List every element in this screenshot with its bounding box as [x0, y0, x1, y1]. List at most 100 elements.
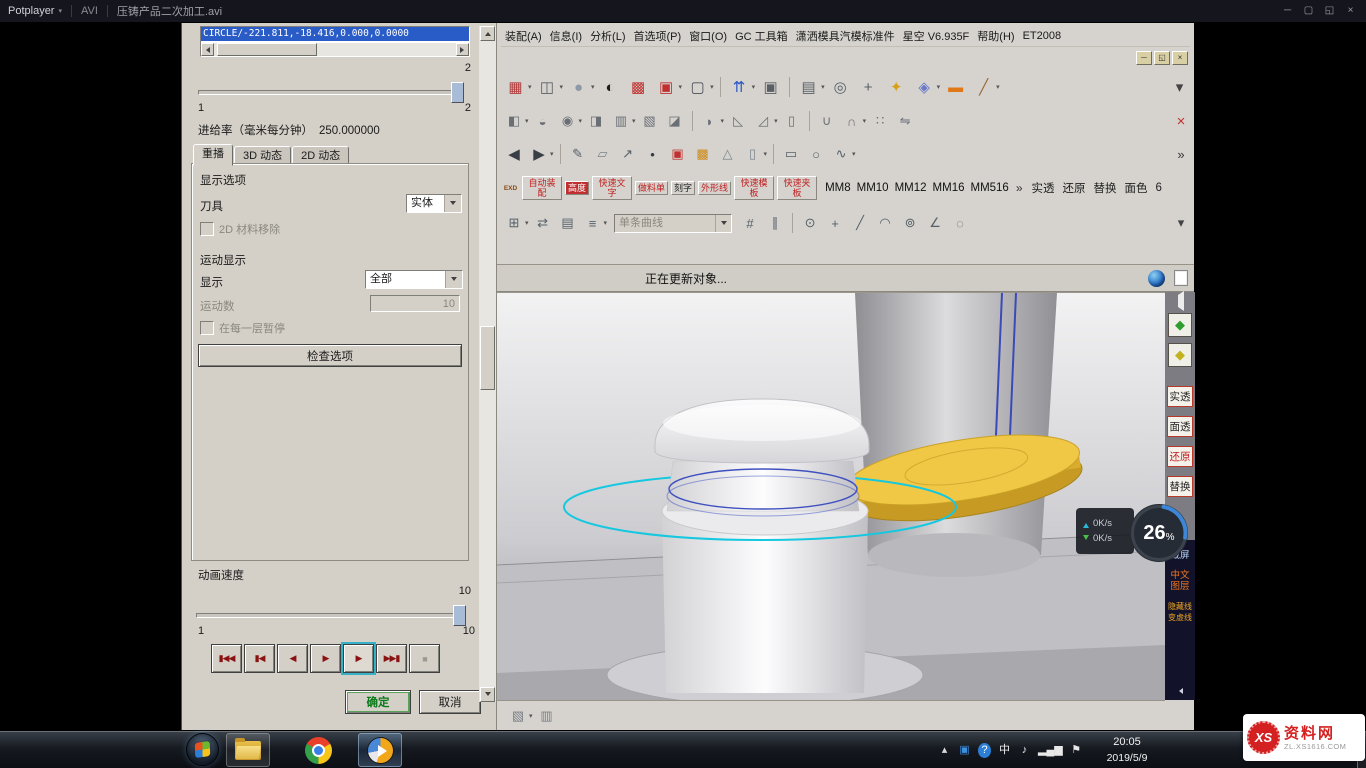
snap-point-icon[interactable]: ⊙ [799, 212, 821, 234]
list-view-icon[interactable]: ▤ [557, 212, 579, 234]
hidden-icons-arrow-icon[interactable]: ▴ [938, 743, 951, 758]
slider-thumb[interactable] [451, 82, 464, 103]
quick-text-button[interactable]: 快速文字 [592, 176, 632, 200]
scrollbar-track[interactable] [214, 43, 456, 56]
slash-icon[interactable]: ╱ [971, 75, 996, 100]
chamfer-icon[interactable]: ◺ [727, 110, 749, 132]
display-mode-button[interactable]: 替换 [1092, 180, 1119, 196]
checkbox-box[interactable] [200, 222, 214, 236]
dropdown-arrow-icon[interactable]: ▾ [774, 117, 778, 125]
stop-button[interactable]: ■ [409, 644, 440, 673]
scrollbar-thumb[interactable] [217, 43, 317, 56]
pause-each-layer-checkbox[interactable]: 在每一层暂停 [200, 320, 285, 336]
slider-track[interactable] [198, 90, 464, 95]
side-replace-button[interactable]: 替换 [1167, 476, 1193, 497]
point-icon[interactable]: • [642, 143, 664, 165]
menu-item[interactable]: 星空 V6.935F [899, 26, 974, 46]
network-icon[interactable]: ▂▄▆ [1038, 743, 1063, 758]
fullscreen-button[interactable]: ◱ [1320, 1, 1339, 21]
dropdown-arrow-icon[interactable]: ▾ [752, 83, 756, 91]
scrollbar-thumb[interactable] [480, 326, 495, 390]
dropdown-arrow-icon[interactable]: ▾ [937, 83, 941, 91]
shell-icon[interactable]: ▯ [781, 110, 803, 132]
shaded-view-icon[interactable]: ◐ [598, 75, 623, 100]
ime-indicator-icon[interactable]: 中 [998, 743, 1011, 758]
sheet-list-icon[interactable]: ▤ [796, 75, 821, 100]
snap-center-icon[interactable]: ⊚ [899, 212, 921, 234]
dropdown-arrow-icon[interactable]: ▾ [529, 712, 533, 720]
check-options-button[interactable]: 检查选项 [198, 344, 462, 367]
cylinder-icon[interactable]: ▯ [742, 143, 764, 165]
curve-type-select[interactable]: 单条曲线 [614, 214, 732, 233]
green-diamond-button[interactable]: ◆ [1168, 313, 1192, 337]
revolve-icon[interactable]: ◒ [532, 110, 554, 132]
hash-icon[interactable]: # [739, 212, 761, 234]
dropdown-arrow-icon[interactable]: ▾ [721, 117, 725, 125]
gcode-selected-line[interactable]: CIRCLE/-221.811,-18.416,0.000,0.0000 [201, 27, 469, 41]
sphere-icon[interactable]: ● [566, 75, 591, 100]
back-arrow-icon[interactable]: ◀ [503, 143, 525, 165]
menu-item[interactable]: 首选项(P) [630, 26, 686, 46]
pad-icon[interactable]: ▧ [639, 110, 661, 132]
side-shitou-button[interactable]: 实透 [1167, 386, 1193, 407]
grid-array-icon[interactable]: ▦ [503, 75, 528, 100]
action-center-flag-icon[interactable]: ⚑ [1070, 743, 1083, 758]
auto-assembly-button[interactable]: 自动装配 [522, 176, 562, 200]
viewport-3d[interactable] [497, 292, 1165, 700]
exd-icon[interactable]: EXD [503, 185, 518, 192]
dropdown-arrow-icon[interactable]: ▾ [852, 150, 856, 158]
menu-item[interactable]: 装配(A) [501, 26, 546, 46]
tab-replay[interactable]: 重播 [193, 144, 233, 166]
taskbar-explorer-button[interactable] [226, 733, 270, 767]
play-backward-button[interactable]: ◀ [277, 644, 308, 673]
menu-item[interactable]: 帮助(H) [973, 26, 1018, 46]
forward-arrow-icon[interactable]: ▶ [528, 143, 550, 165]
yellow-diamond-button[interactable]: ◆ [1168, 343, 1192, 367]
dropdown-button[interactable] [715, 215, 731, 232]
blend-icon[interactable]: ◗ [699, 110, 721, 132]
tray-help-icon[interactable]: ? [978, 743, 991, 758]
dropdown-arrow-icon[interactable]: ▾ [632, 117, 636, 125]
tray-app-icon[interactable]: ▣ [958, 743, 971, 758]
display-mode-button[interactable]: 还原 [1061, 180, 1088, 196]
menu-item[interactable]: 潇洒模具汽模标准件 [792, 26, 899, 46]
menu-item[interactable]: 信息(I) [546, 26, 586, 46]
ruler-icon[interactable]: ▬ [943, 75, 968, 100]
taskbar-chrome-button[interactable] [296, 733, 340, 767]
hole-icon[interactable]: ◉ [557, 110, 579, 132]
checkbox-box[interactable] [200, 321, 214, 335]
mm-size-button[interactable]: MM516 [970, 182, 1008, 194]
engrave-button[interactable]: 刻字 [671, 181, 695, 195]
scroll-down-button[interactable] [480, 687, 495, 702]
mm-size-button[interactable]: MM16 [933, 182, 965, 194]
cube-display-icon[interactable]: ▧ [507, 705, 529, 727]
cancel-button[interactable]: 取消 [419, 690, 481, 714]
box-wireframe-icon[interactable]: ▢ [685, 75, 710, 100]
overflow-chevron-icon[interactable]: » [1013, 181, 1026, 195]
view-style-icon[interactable]: ▥ [536, 705, 558, 727]
slider-track[interactable] [196, 613, 466, 618]
snap-arc-icon[interactable]: ◠ [874, 212, 896, 234]
row-options-icon[interactable]: ▾ [1170, 212, 1192, 234]
tool-select[interactable]: 实体 [406, 194, 462, 213]
menu-item[interactable]: ET2008 [1019, 28, 1066, 44]
dropdown-arrow-icon[interactable]: ▾ [821, 83, 825, 91]
plane-icon[interactable]: ▱ [592, 143, 614, 165]
extrude-icon[interactable]: ◧ [503, 110, 525, 132]
plugin-button[interactable]: 中文图层 [1167, 570, 1193, 592]
key-icon[interactable]: ✦ [884, 75, 909, 100]
snap-line-icon[interactable]: ╱ [849, 212, 871, 234]
mm-size-button[interactable]: MM10 [857, 182, 889, 194]
quick-clamp-button[interactable]: 快速夹板 [777, 176, 817, 200]
target-icon[interactable]: ◎ [828, 75, 853, 100]
scroll-right-button[interactable] [456, 43, 469, 56]
collapse-arrow-icon[interactable] [1176, 688, 1183, 694]
dropdown-arrow-icon[interactable]: ▾ [679, 83, 683, 91]
side-miantou-button[interactable]: 面透 [1167, 416, 1193, 437]
filter-icon[interactable]: ≡ [582, 212, 604, 234]
pattern-icon[interactable]: ∷ [869, 110, 891, 132]
display-mode-button[interactable]: 实透 [1030, 180, 1057, 196]
display-select[interactable]: 全部 [365, 270, 463, 289]
dropdown-arrow-icon[interactable]: ▾ [525, 219, 529, 227]
material-list-button[interactable]: 做料单 [635, 181, 668, 195]
